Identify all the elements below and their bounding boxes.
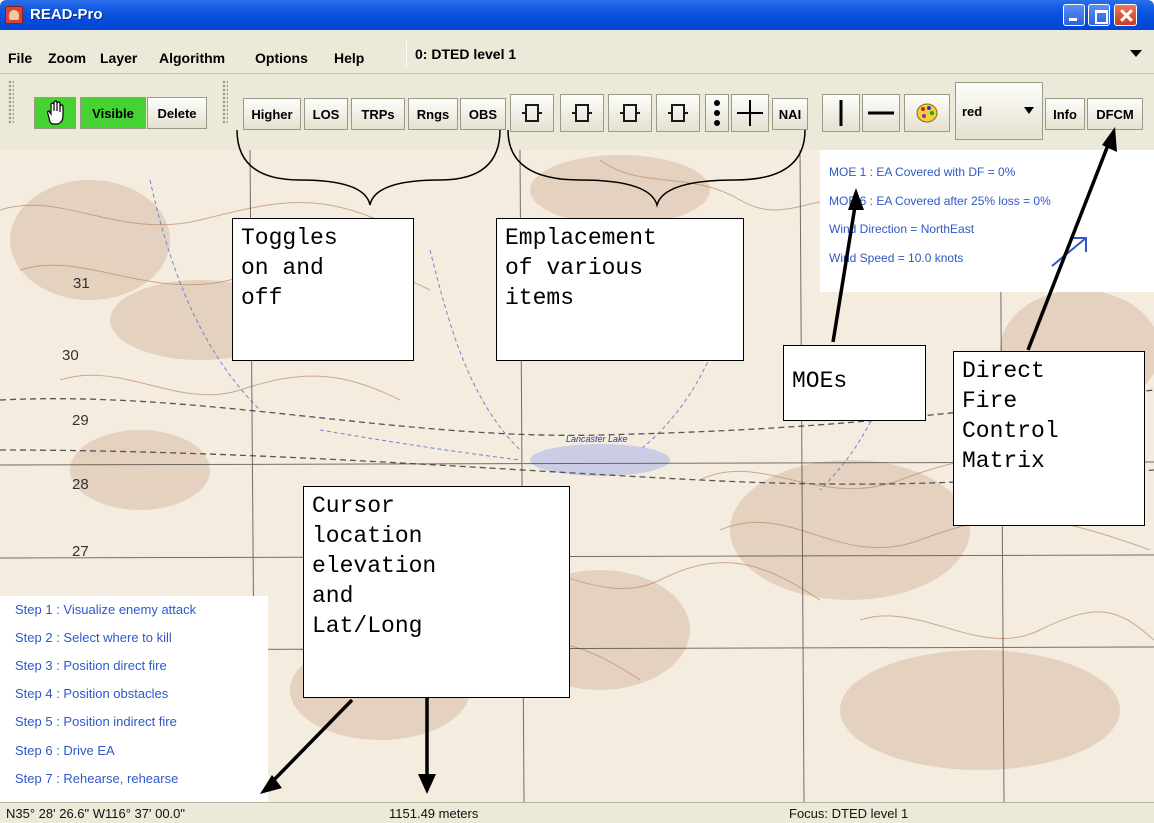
- step-item[interactable]: Step 5 : Position indirect fire: [15, 714, 177, 729]
- rngs-toggle-button[interactable]: Rngs: [408, 98, 458, 130]
- dfcm-button[interactable]: DFCM: [1087, 98, 1143, 130]
- callout-toggles: Toggles on and off: [232, 218, 414, 361]
- plus-icon: [737, 100, 763, 126]
- color-select-value: red: [962, 103, 983, 119]
- vertical-line-button[interactable]: [822, 94, 860, 132]
- emplacement-icon: [620, 104, 640, 122]
- toolbar-grip[interactable]: [8, 80, 14, 124]
- emplacement-button-3[interactable]: [608, 94, 652, 132]
- moe-1-text: MOE 1 : EA Covered with DF = 0%: [829, 165, 1016, 179]
- maximize-button[interactable]: [1088, 4, 1110, 26]
- close-button[interactable]: [1114, 4, 1137, 26]
- focus-readout: Focus: DTED level 1: [789, 806, 909, 821]
- menu-algorithm[interactable]: Algorithm: [159, 50, 225, 66]
- dots-button[interactable]: [705, 94, 729, 132]
- minimize-button[interactable]: [1063, 4, 1085, 26]
- window-title: READ-Pro: [30, 6, 103, 23]
- elevation-readout: 1151.49 meters: [389, 806, 479, 821]
- title-bar[interactable]: READ-Pro: [0, 0, 1154, 30]
- color-palette-button[interactable]: [904, 94, 950, 132]
- menu-layer[interactable]: Layer: [100, 50, 137, 66]
- steps-panel: Step 1 : Visualize enemy attack Step 2 :…: [0, 596, 268, 802]
- chevron-down-icon: [1024, 107, 1034, 114]
- delete-button[interactable]: Delete: [147, 97, 207, 129]
- moe-6-text: MOE 6 : EA Covered after 25% loss = 0%: [829, 194, 1051, 208]
- moe-panel: MOE 1 : EA Covered with DF = 0% MOE 6 : …: [820, 150, 1154, 292]
- info-button[interactable]: Info: [1045, 98, 1085, 130]
- callout-moes: MOEs: [783, 345, 926, 421]
- toolbar-grip[interactable]: [222, 80, 228, 124]
- wind-arrow-icon: [1051, 237, 1087, 267]
- vertical-line-icon: [839, 100, 843, 126]
- higher-toggle-button[interactable]: Higher: [243, 98, 301, 130]
- menu-options[interactable]: Options: [255, 50, 308, 66]
- callout-emplacement: Emplacement of various items: [496, 218, 744, 361]
- app-icon: [5, 6, 23, 24]
- obs-toggle-button[interactable]: OBS: [460, 98, 506, 130]
- los-toggle-button[interactable]: LOS: [304, 98, 348, 130]
- hand-icon: [47, 100, 64, 125]
- color-select[interactable]: red: [955, 82, 1043, 140]
- emplacement-button-2[interactable]: [560, 94, 604, 132]
- wind-speed-text: Wind Speed = 10.0 knots: [829, 251, 964, 265]
- palette-icon: [916, 103, 938, 123]
- step-item[interactable]: Step 3 : Position direct fire: [15, 658, 167, 673]
- chevron-down-icon: [1130, 50, 1142, 57]
- menu-bar: File Zoom Layer Algorithm Options Help 0…: [0, 30, 1154, 74]
- visible-button[interactable]: Visible: [80, 97, 146, 129]
- menu-help[interactable]: Help: [334, 50, 364, 66]
- step-item[interactable]: Step 2 : Select where to kill: [15, 630, 172, 645]
- emplacement-icon: [522, 104, 542, 122]
- layer-select-value: 0: DTED level 1: [415, 46, 517, 62]
- hand-tool-button[interactable]: [34, 97, 76, 129]
- emplacement-icon: [572, 104, 592, 122]
- trps-toggle-button[interactable]: TRPs: [351, 98, 405, 130]
- emplacement-button-4[interactable]: [656, 94, 700, 132]
- place-label: Lancaster Lake: [566, 434, 628, 444]
- grid-label: 31: [73, 275, 90, 292]
- dots-icon: [714, 100, 720, 126]
- menu-zoom[interactable]: Zoom: [48, 50, 86, 66]
- status-bar: N35° 28' 26.6" W116° 37' 00.0" 1151.49 m…: [0, 802, 1154, 823]
- step-item[interactable]: Step 1 : Visualize enemy attack: [15, 602, 196, 617]
- wind-direction-text: Wind Direction = NorthEast: [829, 222, 975, 236]
- emplacement-icon: [668, 104, 688, 122]
- menu-file[interactable]: File: [8, 50, 32, 66]
- latlong-readout: N35° 28' 26.6" W116° 37' 00.0": [6, 806, 186, 821]
- horizontal-line-icon: [868, 111, 894, 115]
- step-item[interactable]: Step 6 : Drive EA: [15, 743, 115, 758]
- callout-cursor: Cursor location elevation and Lat/Long: [303, 486, 570, 698]
- emplacement-button-1[interactable]: [510, 94, 554, 132]
- crosshair-button[interactable]: [731, 94, 769, 132]
- step-item[interactable]: Step 4 : Position obstacles: [15, 686, 168, 701]
- grid-label: 28: [72, 476, 89, 493]
- grid-label: 30: [62, 347, 79, 364]
- horizontal-line-button[interactable]: [862, 94, 900, 132]
- callout-dfcm: Direct Fire Control Matrix: [953, 351, 1145, 526]
- layer-select[interactable]: 0: DTED level 1: [406, 41, 1154, 67]
- grid-label: 29: [72, 412, 89, 429]
- grid-label: 27: [72, 543, 89, 560]
- step-item[interactable]: Step 7 : Rehearse, rehearse: [15, 771, 178, 786]
- nai-button[interactable]: NAI: [772, 98, 808, 130]
